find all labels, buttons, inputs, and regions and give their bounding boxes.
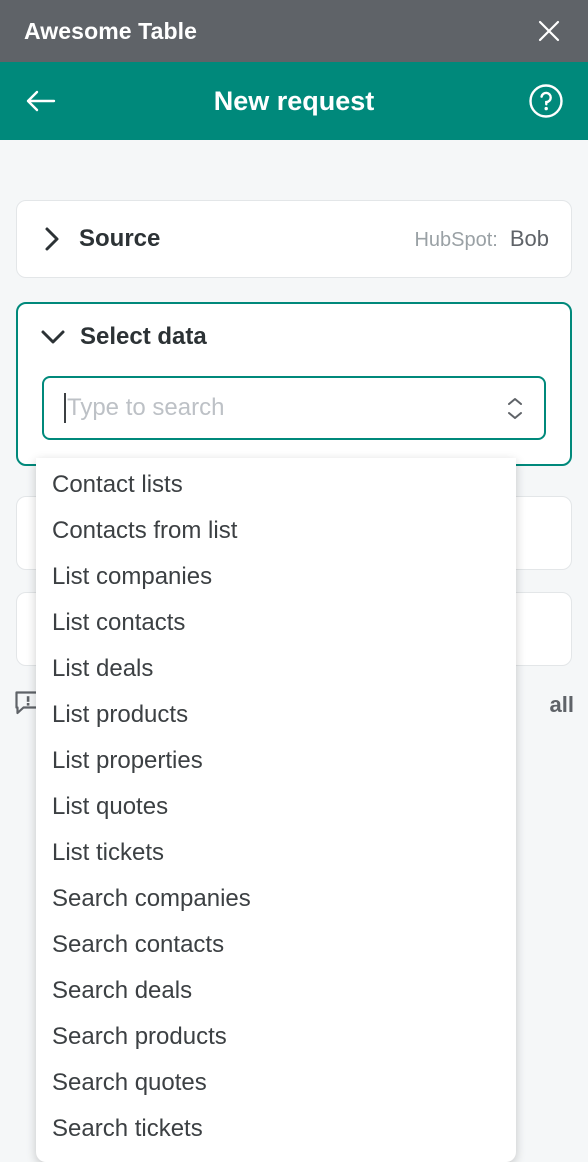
source-summary: HubSpot: Bob bbox=[414, 226, 549, 252]
help-circle-icon bbox=[529, 84, 563, 118]
app-title: Awesome Table bbox=[24, 17, 198, 44]
list-item[interactable]: Search companies bbox=[36, 876, 516, 922]
source-provider-label: HubSpot: bbox=[414, 229, 498, 251]
app-bar: New request bbox=[0, 62, 588, 140]
back-button[interactable] bbox=[18, 79, 62, 123]
request-form-body: Source HubSpot: Bob all Select data Type… bbox=[0, 140, 588, 1162]
close-icon bbox=[538, 20, 560, 42]
arrow-left-icon bbox=[26, 90, 56, 112]
footer-link[interactable]: all bbox=[550, 692, 574, 718]
list-item[interactable]: List quotes bbox=[36, 784, 516, 830]
list-item[interactable]: List deals bbox=[36, 646, 516, 692]
close-button[interactable] bbox=[532, 14, 566, 48]
list-item[interactable]: Search quotes bbox=[36, 1060, 516, 1106]
section-source-title: Source bbox=[79, 225, 161, 252]
page-title: New request bbox=[213, 85, 375, 116]
addon-title-bar: Awesome Table bbox=[0, 0, 588, 62]
section-select-data: Select data bbox=[16, 302, 572, 466]
list-item[interactable]: Contact lists bbox=[36, 462, 516, 508]
search-input[interactable] bbox=[67, 394, 502, 422]
text-caret bbox=[64, 393, 66, 423]
list-item[interactable]: List companies bbox=[36, 554, 516, 600]
list-item[interactable]: Search deals bbox=[36, 968, 516, 1014]
chevron-right-icon bbox=[37, 224, 67, 254]
list-item[interactable]: Search products bbox=[36, 1014, 516, 1060]
list-item[interactable]: List products bbox=[36, 692, 516, 738]
data-source-dropdown-list[interactable]: Contact lists Contacts from list List co… bbox=[36, 458, 516, 1162]
list-item[interactable]: List properties bbox=[36, 738, 516, 784]
list-item[interactable]: List tickets bbox=[36, 830, 516, 876]
list-item[interactable]: Search tickets bbox=[36, 1106, 516, 1152]
chevron-down-icon bbox=[38, 322, 68, 352]
section-select-data-header[interactable]: Select data bbox=[18, 304, 570, 370]
data-source-combobox[interactable] bbox=[42, 376, 546, 440]
source-account-value: Bob bbox=[509, 226, 549, 251]
section-source[interactable]: Source HubSpot: Bob bbox=[16, 200, 572, 278]
list-item[interactable]: Search contacts bbox=[36, 922, 516, 968]
list-item[interactable]: List contacts bbox=[36, 600, 516, 646]
section-select-data-title: Select data bbox=[80, 323, 207, 350]
chevron-up-down-icon[interactable] bbox=[502, 391, 528, 425]
help-button[interactable] bbox=[524, 79, 568, 123]
list-item[interactable]: Contacts from list bbox=[36, 508, 516, 554]
